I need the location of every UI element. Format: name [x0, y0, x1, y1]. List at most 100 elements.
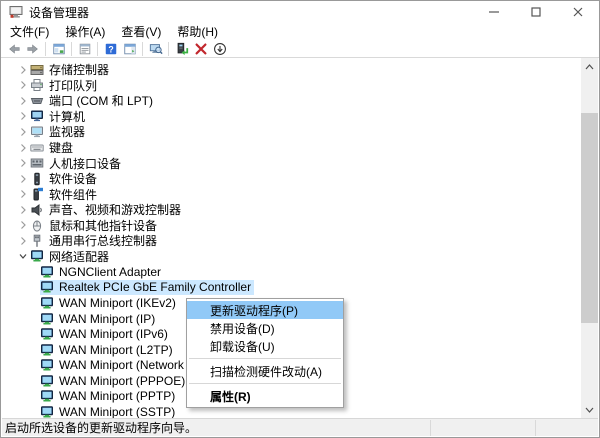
- network-adapter-icon: [40, 358, 54, 372]
- context-menu-item[interactable]: 更新驱动程序(P): [187, 301, 343, 319]
- tree-item[interactable]: 鼠标和其他指针设备: [2, 217, 598, 233]
- chevron-right-icon[interactable]: [16, 109, 30, 123]
- tree-item-content: 鼠标和其他指针设备: [30, 218, 160, 233]
- chevron-right-icon[interactable]: [16, 172, 30, 186]
- minimize-icon: [489, 7, 499, 17]
- tree-item-label: Realtek PCIe GbE Family Controller: [59, 280, 251, 294]
- toolbar-separator: [45, 42, 46, 56]
- tree-item-label: 软件组件: [49, 186, 97, 203]
- tree-item[interactable]: 键盘: [2, 140, 598, 156]
- network-adapter-icon: [30, 249, 44, 263]
- device-manager-window: 设备管理器 文件(F)操作(A)查看(V)帮助(H) ? 存储控制器打印队列端口…: [0, 0, 600, 438]
- network-adapter-icon: [40, 405, 54, 418]
- network-adapter-icon: [40, 296, 54, 310]
- chevron-up-icon: [585, 64, 594, 70]
- forward-button[interactable]: [23, 41, 42, 57]
- scan-hardware-changes-button[interactable]: [210, 41, 229, 57]
- computer-search-button[interactable]: [146, 41, 165, 57]
- chevron-right-icon[interactable]: [16, 203, 30, 217]
- context-menu: 更新驱动程序(P)禁用设备(D)卸载设备(U) 扫描检测硬件改动(A) 属性(R): [186, 298, 344, 408]
- maximize-button[interactable]: [515, 1, 557, 23]
- ports-icon: [30, 94, 44, 108]
- tree-item-label: WAN Miniport (IP): [59, 312, 155, 326]
- chevron-right-icon[interactable]: [16, 78, 30, 92]
- close-button[interactable]: [557, 1, 599, 23]
- tree-item[interactable]: 打印队列: [2, 78, 598, 94]
- vertical-scrollbar[interactable]: [581, 58, 598, 418]
- update-driver-button[interactable]: [172, 41, 191, 57]
- tree-item-content: WAN Miniport (PPTP): [40, 389, 178, 404]
- action-pane-icon: [123, 42, 137, 56]
- update-driver-icon: [175, 42, 189, 56]
- menubar-item[interactable]: 文件(F): [3, 22, 56, 41]
- window-title: 设备管理器: [29, 4, 89, 21]
- tree-indent: [26, 312, 40, 326]
- tree-item[interactable]: 软件组件: [2, 186, 598, 202]
- tree-item-content: 端口 (COM 和 LPT): [30, 93, 156, 108]
- scrollbar-thumb[interactable]: [581, 113, 598, 323]
- tree-item-content: 键盘: [30, 140, 76, 155]
- chevron-right-icon[interactable]: [16, 156, 30, 170]
- chevron-right-icon[interactable]: [16, 94, 30, 108]
- action-pane-button[interactable]: [120, 41, 139, 57]
- tree-item[interactable]: 软件设备: [2, 171, 598, 187]
- tree-indent: [26, 280, 40, 294]
- tree-item[interactable]: Realtek PCIe GbE Family Controller: [2, 280, 598, 296]
- tree-item[interactable]: 存储控制器: [2, 62, 598, 78]
- keyboard-icon: [30, 141, 44, 155]
- tree-item[interactable]: 人机接口设备: [2, 155, 598, 171]
- tree-item-label: WAN Miniport (IKEv2): [59, 296, 176, 310]
- minimize-button[interactable]: [473, 1, 515, 23]
- tree-item-label: 监视器: [49, 123, 85, 140]
- chevron-right-icon[interactable]: [16, 125, 30, 139]
- chevron-down-icon[interactable]: [16, 249, 30, 263]
- back-button[interactable]: [4, 41, 23, 57]
- tree-item-content: 计算机: [30, 109, 88, 124]
- properties-button[interactable]: [75, 41, 94, 57]
- context-menu-item[interactable]: 卸载设备(U): [187, 337, 343, 355]
- status-text: 启动所选设备的更新驱动程序向导。: [5, 419, 197, 436]
- back-icon: [7, 42, 21, 56]
- computer-search-icon: [149, 42, 163, 56]
- tree-item[interactable]: 网络适配器: [2, 249, 598, 265]
- tree-item-label: WAN Miniport (PPTP): [59, 389, 175, 403]
- status-pane-divider: [535, 420, 536, 436]
- menubar-item[interactable]: 帮助(H): [170, 22, 225, 41]
- context-menu-item[interactable]: 扫描检测硬件改动(A): [187, 362, 343, 380]
- scroll-up-button[interactable]: [581, 58, 598, 75]
- software-component-icon: [30, 187, 44, 201]
- context-menu-item[interactable]: 属性(R): [187, 387, 343, 405]
- tree-item-label: 键盘: [49, 139, 73, 156]
- chevron-right-icon[interactable]: [16, 63, 30, 77]
- tree-item-content: NGNClient Adapter: [40, 264, 164, 279]
- console-tree-button[interactable]: [49, 41, 68, 57]
- network-adapter-icon: [40, 343, 54, 357]
- chevron-right-icon[interactable]: [16, 141, 30, 155]
- tree-item[interactable]: 通用串行总线控制器: [2, 233, 598, 249]
- tree-item-label: 人机接口设备: [49, 155, 121, 172]
- context-menu-separator: [189, 383, 341, 384]
- tree-item[interactable]: 端口 (COM 和 LPT): [2, 93, 598, 109]
- context-menu-item[interactable]: 禁用设备(D): [187, 319, 343, 337]
- menubar-item[interactable]: 查看(V): [114, 22, 168, 41]
- menubar-item[interactable]: 操作(A): [58, 22, 112, 41]
- chevron-right-icon[interactable]: [16, 234, 30, 248]
- help-button[interactable]: ?: [101, 41, 120, 57]
- tree-item-content: WAN Miniport (L2TP): [40, 342, 176, 357]
- tree-item-content: WAN Miniport (IP): [40, 311, 158, 326]
- help-icon: ?: [104, 42, 118, 56]
- uninstall-device-button[interactable]: [191, 41, 210, 57]
- chevron-right-icon[interactable]: [16, 218, 30, 232]
- usb-icon: [30, 234, 44, 248]
- tree-item[interactable]: 监视器: [2, 124, 598, 140]
- tree-item-label: 计算机: [49, 108, 85, 125]
- toolbar-separator: [168, 42, 169, 56]
- tree-item[interactable]: NGNClient Adapter: [2, 264, 598, 280]
- storage-icon: [30, 63, 44, 77]
- tree-item[interactable]: 声音、视频和游戏控制器: [2, 202, 598, 218]
- chevron-right-icon[interactable]: [16, 187, 30, 201]
- tree-item[interactable]: 计算机: [2, 109, 598, 125]
- scroll-down-button[interactable]: [581, 401, 598, 418]
- network-adapter-icon: [40, 280, 54, 294]
- network-adapter-icon: [40, 374, 54, 388]
